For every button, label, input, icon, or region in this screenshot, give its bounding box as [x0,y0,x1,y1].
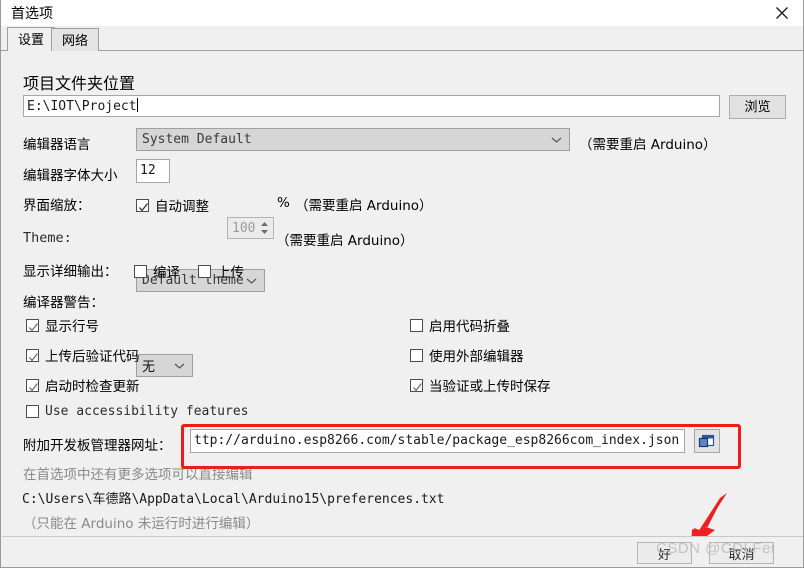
verbose-output-label: 显示详细输出： [23,264,118,280]
checkbox-check-updates-on-startup[interactable]: 启动时检查更新 [26,375,140,395]
boards-manager-urls-input[interactable]: ttp://arduino.esp8266.com/stable/package… [190,429,685,453]
ok-button[interactable]: 好 [637,542,692,564]
text-caret [136,98,138,112]
check-tick-icon [412,380,423,398]
tab-network[interactable]: 网络 [51,28,100,52]
checkbox-label: 显示行号 [45,319,99,335]
check-tick-icon [28,380,39,398]
preferences-note-line1: 在首选项中还有更多选项可以直接编辑 [23,467,253,483]
interface-scale-auto-checkbox[interactable]: 自动调整 [136,195,209,215]
checkbox-box [134,264,147,278]
interface-scale-auto-label: 自动调整 [155,199,209,215]
checkbox-box [26,405,39,418]
editor-language-label: 编辑器语言 [23,137,91,153]
preferences-file-path: C:\Users\车德路\AppData\Local\Arduino15\pre… [22,492,445,507]
check-tick-icon [138,200,149,218]
checkbox-display-line-numbers[interactable]: 显示行号 [26,315,99,335]
verbose-upload-checkbox[interactable]: 上传 [198,261,244,281]
boards-manager-urls-value: ttp://arduino.esp8266.com/stable/package… [194,433,680,448]
dialog-button-bar: 好 取消 [2,536,803,567]
theme-restart-note: （需要重启 Arduino） [276,233,414,249]
checkbox-label: 启用代码折叠 [429,319,510,335]
checkbox-use-accessibility-features[interactable]: Use accessibility features [26,404,249,419]
sketchbook-location-value: E:\IOT\Project [27,99,137,114]
preferences-dialog: 首选项 设置 网络 项目文件夹位置 E:\IOT\Project 浏览 编辑器语… [0,0,804,568]
tab-settings[interactable]: 设置 [7,27,56,52]
stepper-arrows-icon[interactable] [258,219,271,237]
checkbox-box [410,348,423,362]
interface-scale-percent: % [277,195,290,211]
title-bar: 首选项 [1,0,803,26]
checkbox-label: 使用外部编辑器 [429,349,524,365]
checkbox-box [410,378,423,392]
checkbox-label: 上传后验证代码 [45,349,140,365]
verbose-compile-label: 编译 [153,265,180,281]
settings-panel: 项目文件夹位置 E:\IOT\Project 浏览 编辑器语言 System D… [2,51,802,536]
editor-language-select[interactable]: System Default [136,128,570,151]
editor-fontsize-input[interactable]: 12 [136,159,170,183]
checkbox-box [26,318,39,332]
interface-scale-value: 100 [232,220,256,236]
checkbox-box [26,348,39,362]
chevron-down-icon [551,132,562,147]
editor-language-restart-note: （需要重启 Arduino） [579,137,717,153]
checkbox-box [410,318,423,332]
check-tick-icon [28,320,39,338]
checkbox-box [26,378,39,392]
sketchbook-location-input[interactable]: E:\IOT\Project [23,95,720,117]
checkbox-enable-code-folding[interactable]: 启用代码折叠 [410,315,510,335]
chevron-down-icon [174,358,185,373]
compiler-warnings-value: 无 [142,360,156,375]
checkbox-label: 启动时检查更新 [45,379,140,395]
close-icon[interactable] [767,2,797,24]
editor-fontsize-label: 编辑器字体大小 [23,168,118,184]
interface-scale-stepper[interactable]: 100 [227,217,274,239]
verbose-compile-checkbox[interactable]: 编译 [134,261,180,281]
checkbox-box [198,264,211,278]
editor-language-value: System Default [142,132,252,147]
checkbox-save-when-verify-or-upload[interactable]: 当验证或上传时保存 [410,375,551,395]
interface-scale-label: 界面缩放： [23,198,91,214]
window-title: 首选项 [11,6,53,22]
check-tick-icon [28,350,39,368]
checkbox-label: 当验证或上传时保存 [429,379,551,395]
verbose-upload-label: 上传 [217,265,244,281]
checkbox-label: Use accessibility features [45,404,249,419]
compiler-warnings-select[interactable]: 无 [136,354,193,377]
checkbox-use-external-editor[interactable]: 使用外部编辑器 [410,345,524,365]
checkbox-box [136,198,149,212]
cancel-button[interactable]: 取消 [709,542,774,564]
theme-label: Theme: [23,230,72,246]
tab-strip: 设置 网络 [1,26,803,52]
preferences-note-line3: （只能在 Arduino 未运行时进行编辑） [23,516,260,532]
interface-scale-restart-note: （需要重启 Arduino） [295,198,433,214]
boards-manager-urls-label: 附加开发板管理器网址： [23,438,172,454]
chevron-down-icon [246,273,257,288]
checkbox-verify-after-upload[interactable]: 上传后验证代码 [26,345,140,365]
sketchbook-location-label: 项目文件夹位置 [23,76,136,93]
editor-fontsize-value: 12 [140,163,156,178]
open-window-icon[interactable] [694,429,720,453]
browse-button[interactable]: 浏览 [729,95,786,119]
compiler-warnings-label: 编译器警告： [23,295,104,311]
